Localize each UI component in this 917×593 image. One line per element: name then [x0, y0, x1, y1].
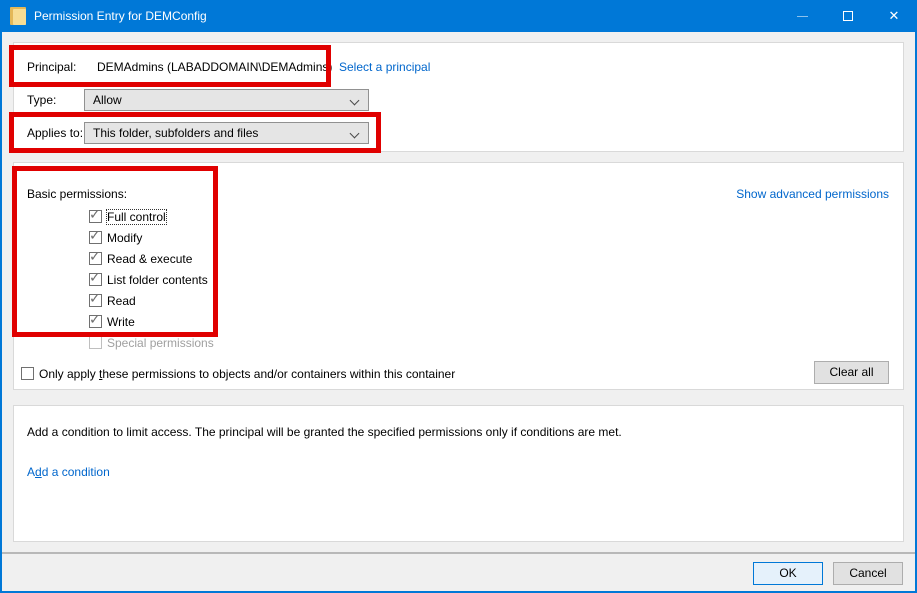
close-button[interactable]: ✕ [871, 0, 917, 32]
principal-value: DEMAdmins (LABADDOMAIN\DEMAdmins) [97, 60, 332, 74]
cancel-button[interactable]: Cancel [833, 562, 903, 585]
checkbox[interactable]: ✓ [89, 294, 102, 307]
condition-panel: Add a condition to limit access. The pri… [13, 405, 904, 542]
type-dropdown-value: Allow [93, 93, 122, 107]
show-advanced-permissions-link[interactable]: Show advanced permissions [736, 187, 889, 201]
check-icon: ✓ [89, 270, 101, 284]
chevron-down-icon [350, 129, 360, 139]
title-bar: Permission Entry for DEMConfig ✕ [0, 0, 917, 32]
condition-description: Add a condition to limit access. The pri… [27, 425, 622, 439]
check-icon: ✓ [89, 249, 101, 263]
checkbox[interactable]: ✓ [89, 210, 102, 223]
applies-to-dropdown[interactable]: This folder, subfolders and files [84, 122, 369, 144]
only-apply-checkbox[interactable]: Only apply these permissions to objects … [21, 367, 455, 381]
permission-checkbox-full-control[interactable]: ✓ Full control [89, 210, 166, 224]
permissions-panel: Basic permissions: Show advanced permiss… [13, 162, 904, 390]
window-title: Permission Entry for DEMConfig [34, 0, 207, 32]
ok-button[interactable]: OK [753, 562, 823, 585]
minimize-icon [797, 16, 808, 17]
checkbox[interactable]: ✓ [89, 273, 102, 286]
check-icon: ✓ [89, 228, 101, 242]
applies-to-label: Applies to: [27, 126, 83, 140]
permission-label: List folder contents [107, 273, 208, 287]
check-icon: ✓ [89, 207, 101, 221]
permission-label: Write [107, 315, 135, 329]
permission-checkbox-special-permissions: Special permissions [89, 336, 214, 350]
permission-label: Special permissions [107, 336, 214, 350]
type-label: Type: [27, 93, 56, 107]
chevron-down-icon [350, 96, 360, 106]
permission-checkbox-read[interactable]: ✓ Read [89, 294, 136, 308]
add-a-condition-link[interactable]: Add a condition [27, 465, 110, 479]
check-icon: ✓ [89, 291, 101, 305]
basic-permissions-label: Basic permissions: [27, 187, 127, 201]
select-a-principal-link[interactable]: Select a principal [339, 60, 430, 74]
principal-label: Principal: [27, 60, 76, 74]
maximize-icon [843, 11, 853, 21]
permission-checkbox-read-execute[interactable]: ✓ Read & execute [89, 252, 192, 266]
footer-divider [2, 552, 915, 554]
folder-icon [10, 7, 26, 25]
checkbox[interactable] [21, 367, 34, 380]
permission-checkbox-write[interactable]: ✓ Write [89, 315, 135, 329]
clear-all-button[interactable]: Clear all [814, 361, 889, 384]
permission-checkbox-modify[interactable]: ✓ Modify [89, 231, 142, 245]
permission-label: Modify [107, 231, 142, 245]
permission-checkbox-list-folder-contents[interactable]: ✓ List folder contents [89, 273, 208, 287]
type-dropdown[interactable]: Allow [84, 89, 369, 111]
close-icon: ✕ [889, 8, 900, 24]
checkbox[interactable]: ✓ [89, 252, 102, 265]
permission-entry-dialog: Permission Entry for DEMConfig ✕ Princip… [0, 0, 917, 593]
maximize-button[interactable] [825, 0, 871, 32]
permission-label: Read & execute [107, 252, 192, 266]
only-apply-label: Only apply these permissions to objects … [39, 367, 455, 381]
permission-label: Full control [107, 210, 166, 224]
minimize-button[interactable] [779, 0, 825, 32]
checkbox[interactable]: ✓ [89, 231, 102, 244]
principal-panel: Principal: DEMAdmins (LABADDOMAIN\DEMAdm… [13, 42, 904, 152]
applies-to-dropdown-value: This folder, subfolders and files [93, 126, 258, 140]
check-icon: ✓ [89, 312, 101, 326]
checkbox[interactable]: ✓ [89, 315, 102, 328]
permission-label: Read [107, 294, 136, 308]
checkbox [89, 336, 102, 349]
